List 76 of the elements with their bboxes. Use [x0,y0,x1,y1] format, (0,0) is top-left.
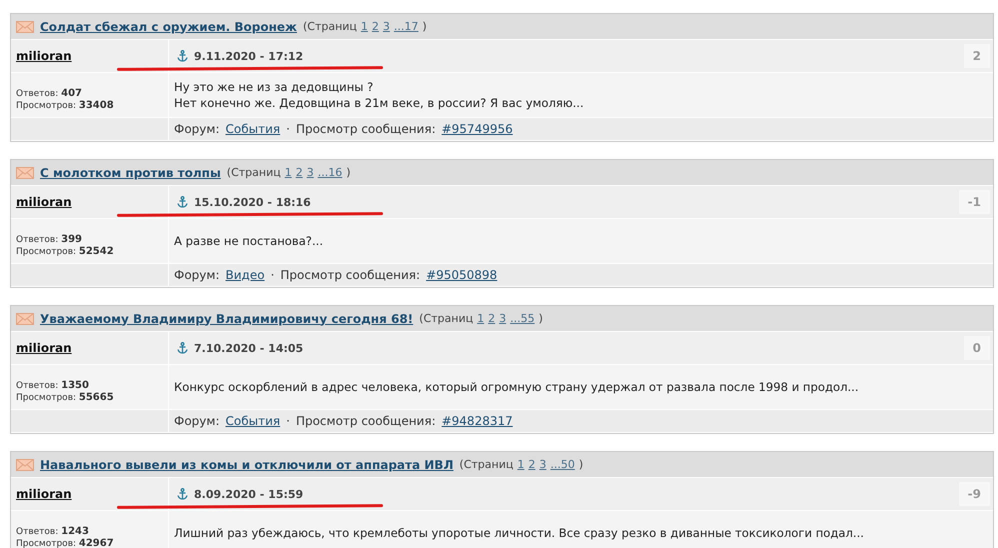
views-count: Просмотров: 42967 [16,538,115,548]
page-link[interactable]: 3 [306,166,314,179]
page-link[interactable]: ...50 [550,458,575,471]
post-text: Ну это же не из за дедовщины ? [174,80,374,94]
post-text: Лишний раз убеждаюсь, что кремлеботы упоротые личности. Все сразу резко в диванные токсикологи подал... [174,526,865,540]
pages-label: (Страниц [419,312,474,325]
page-link[interactable]: 3 [539,458,546,471]
anchor-icon [177,196,188,208]
page-link[interactable]: ...16 [318,166,342,179]
page-link[interactable]: 1 [360,20,368,33]
forum-link[interactable]: События [226,414,280,428]
views-count: Просмотров: 52542 [16,246,115,258]
post-date: 7.10.2020 - 14:05 [194,342,304,354]
view-post-label: Просмотр сообщения: [296,414,436,428]
post-text: Нет конечно же. Дедовщина в 21м веке, в россии? Я вас умоляю... [174,96,585,110]
author-link[interactable]: milioran [16,487,72,501]
post-date: 8.09.2020 - 15:59 [194,488,304,500]
view-post-label: Просмотр сообщения: [280,268,420,282]
topic-title-link[interactable]: С молотком против толпы [40,166,221,180]
forum-label: Форум: [174,414,220,428]
post-date: 9.11.2020 - 17:12 [194,50,304,62]
pages-close: ) [346,166,351,179]
separator-dot: · [270,268,274,282]
anchor-icon [177,488,188,500]
replies-count: Ответов: 407 [16,88,83,100]
views-count: Просмотров: 33408 [16,100,115,112]
post-text: Конкурс оскорблений в адрес человека, который огромную страну удержал от развала после 1998 и продол... [174,380,860,394]
rating-score: -9 [958,482,990,506]
post-link[interactable]: #95749956 [442,122,513,136]
page-link[interactable]: 1 [284,166,292,179]
envelope-icon [16,166,34,178]
views-count: Просмотров: 55665 [16,392,115,404]
pages-label: (Страниц [459,458,514,471]
post-date: 15.10.2020 - 18:16 [194,196,311,208]
anchor-icon [177,50,188,62]
separator-dot: · [286,122,290,136]
forum-link[interactable]: События [226,122,280,136]
pages-label: (Страниц [226,166,281,179]
page-link[interactable]: 1 [517,458,524,471]
replies-count: Ответов: 1350 [16,380,90,392]
pages-close: ) [578,458,584,471]
post-link[interactable]: #94828317 [442,414,513,428]
post-link[interactable]: #95050898 [426,268,498,282]
author-link[interactable]: milioran [16,341,72,355]
page-link[interactable]: 1 [477,312,484,325]
envelope-icon [16,312,34,324]
replies-count: Ответов: 1243 [16,526,90,538]
view-post-label: Просмотр сообщения: [296,122,436,136]
forum-label: Форум: [174,122,220,136]
page-link[interactable]: ...17 [394,20,418,33]
page-link[interactable]: 2 [296,166,303,179]
rating-score: 0 [964,336,990,360]
page-link[interactable]: 2 [528,458,536,471]
replies-count: Ответов: 399 [16,234,83,246]
post-text: А разве не постанова?... [174,234,324,248]
topic-title-link[interactable]: Навального вывели из комы и отключили от аппарата ИВЛ [40,458,454,472]
rating-score: 2 [964,44,990,68]
author-link[interactable]: milioran [16,49,72,63]
forum-link[interactable]: Видео [226,268,265,282]
separator-dot: · [286,414,290,428]
envelope-icon [16,458,34,470]
page-link[interactable]: 3 [499,312,506,325]
anchor-icon [177,342,188,354]
topic-title-link[interactable]: Солдат сбежал с оружием. Воронеж [40,20,297,34]
pages-close: ) [422,20,427,33]
pages-label: (Страниц [302,20,357,33]
topic-title-link[interactable]: Уважаемому Владимиру Владимировичу сегодня 68! [40,312,414,326]
rating-score: -1 [958,190,990,214]
pages-close: ) [538,312,543,325]
envelope-icon [16,20,34,32]
page-link[interactable]: ...55 [510,312,535,325]
forum-label: Форум: [174,268,220,282]
page-link[interactable]: 2 [372,20,379,33]
page-link[interactable]: 3 [382,20,390,33]
author-link[interactable]: milioran [16,195,72,209]
page-link[interactable]: 2 [488,312,496,325]
